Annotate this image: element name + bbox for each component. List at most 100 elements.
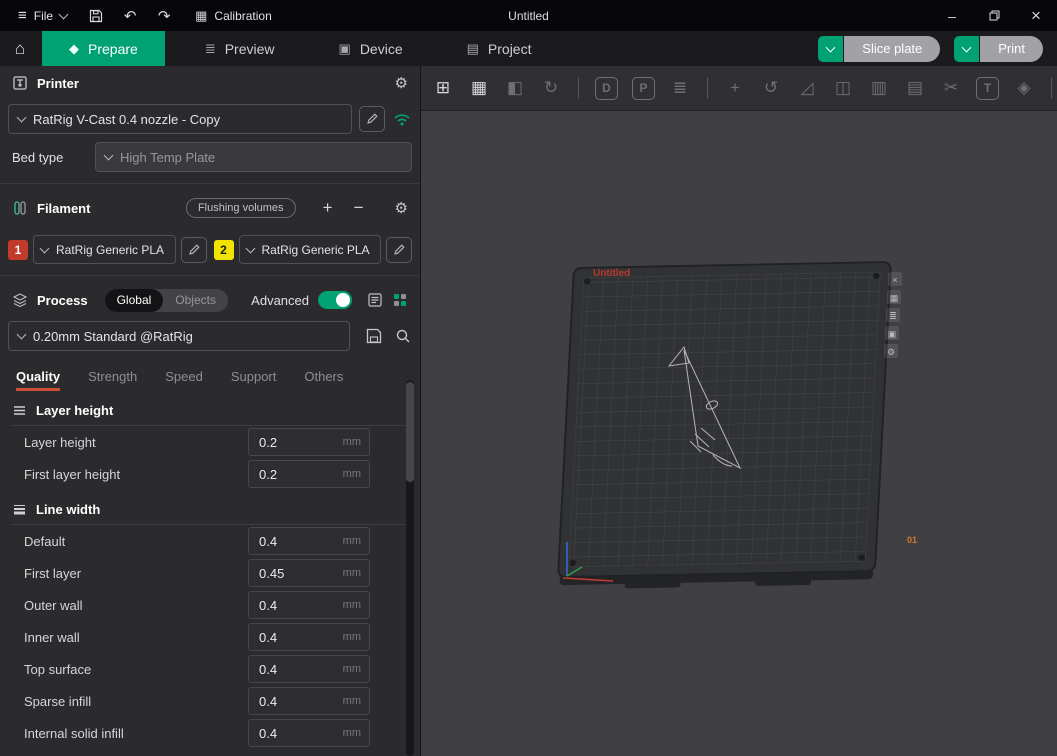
mirror-icon[interactable]: ◫ (829, 74, 857, 102)
inner-wall-line-width-input[interactable] (249, 630, 343, 645)
plate-settings-icon[interactable]: ▣ (885, 326, 899, 340)
plate-lock-icon[interactable]: ⚙ (884, 344, 898, 358)
plate-arrange-icon[interactable]: ▦ (887, 290, 901, 304)
top-surface-line-width-input[interactable] (249, 662, 343, 677)
filament-1-badge[interactable]: 1 (8, 240, 28, 260)
first-layer-height-input[interactable] (249, 467, 343, 482)
outer-wall-line-width-field[interactable]: mm (248, 591, 370, 619)
internal-solid-infill-line-width-field[interactable]: mm (248, 719, 370, 747)
close-button[interactable]: × (1015, 0, 1057, 31)
object-list-icon[interactable] (392, 292, 408, 308)
tab-quality[interactable]: Quality (16, 369, 60, 391)
internal-solid-infill-line-width-input[interactable] (249, 726, 343, 741)
scope-global-button[interactable]: Global (105, 289, 164, 312)
sparse-infill-line-width-input[interactable] (249, 694, 343, 709)
wifi-icon[interactable] (392, 111, 412, 127)
add-filament-button[interactable]: + (317, 198, 339, 218)
filament-settings-gear-icon[interactable]: ⚙ (395, 199, 408, 217)
tab-preview[interactable]: ≣ Preview (181, 31, 299, 66)
calibration-button[interactable]: ▦ Calibration (183, 0, 284, 31)
print-button[interactable]: Print (954, 36, 1043, 62)
layer-list-icon[interactable]: ≣ (666, 74, 694, 102)
move-icon[interactable]: + (721, 74, 749, 102)
build-plate[interactable] (557, 262, 891, 590)
variable-layer-p-icon[interactable]: P (632, 77, 655, 100)
line-width-icon (12, 502, 27, 517)
tab-speed[interactable]: Speed (165, 369, 203, 391)
filament-2-badge[interactable]: 2 (214, 240, 234, 260)
scene-canvas[interactable]: Untitled 01 × ▦ ≣ ▣ ⚙ (421, 110, 1057, 756)
add-plate-icon[interactable]: ⊞ (429, 74, 457, 102)
first-layer-line-width-field[interactable]: mm (248, 559, 370, 587)
assembly-view-icon[interactable]: ◈ (1010, 74, 1038, 102)
file-menu[interactable]: ≡ File (8, 0, 77, 31)
default-line-width-field[interactable]: mm (248, 527, 370, 555)
chevron-down-icon (245, 243, 255, 253)
print-label[interactable]: Print (980, 36, 1043, 62)
split-parts-icon[interactable]: ▤ (901, 74, 929, 102)
filament-1-select[interactable]: RatRig Generic PLA (33, 235, 176, 264)
plate-layers-icon[interactable]: ≣ (886, 308, 900, 322)
first-layer-line-width-input[interactable] (249, 566, 343, 581)
print-options-chevron-icon[interactable] (954, 36, 979, 62)
printer-preset-row: RatRig V-Cast 0.4 nozzle - Copy (0, 100, 420, 138)
layer-height-field[interactable]: mm (248, 428, 370, 456)
default-line-width-input[interactable] (249, 534, 343, 549)
edit-filament-1-button[interactable] (181, 237, 207, 263)
filament-slot-2: 2 RatRig Generic PLA (214, 235, 413, 264)
tab-support[interactable]: Support (231, 369, 277, 391)
parameter-table-icon[interactable] (367, 292, 383, 308)
minimize-button[interactable]: – (931, 0, 973, 31)
process-preset-select[interactable]: 0.20mm Standard @RatRig (8, 321, 350, 351)
outer-wall-line-width-input[interactable] (249, 598, 343, 613)
save-preset-icon[interactable] (365, 327, 383, 345)
divider (0, 275, 420, 276)
bed-type-select[interactable]: High Temp Plate (95, 142, 412, 172)
cut-icon[interactable]: ✂ (937, 74, 965, 102)
params-scrollbar[interactable] (406, 380, 414, 756)
text-tool-icon[interactable]: T (976, 77, 999, 100)
advanced-toggle[interactable] (318, 291, 352, 309)
undo-button[interactable]: ↶ (115, 0, 145, 31)
process-tabs: Quality Strength Speed Support Others (0, 355, 420, 391)
slice-plate-button[interactable]: Slice plate (818, 36, 940, 62)
save-button[interactable] (81, 0, 111, 31)
main-tabbar: ⌂ ◆ Prepare ≣ Preview ▣ Device ▤ Project… (0, 31, 1057, 66)
home-button[interactable]: ⌂ (0, 31, 40, 66)
scope-objects-button[interactable]: Objects (163, 289, 228, 312)
search-icon[interactable] (394, 327, 412, 345)
tab-project[interactable]: ▤ Project (443, 31, 556, 66)
plate-close-icon[interactable]: × (888, 272, 902, 286)
slice-plate-label[interactable]: Slice plate (844, 36, 940, 62)
arrange-all-plates-icon[interactable]: ▦ (465, 74, 493, 102)
rotate-icon[interactable]: ↺ (757, 74, 785, 102)
scrollbar-thumb[interactable] (406, 382, 414, 482)
auto-arrange-icon[interactable]: ◧ (501, 74, 529, 102)
first-layer-height-field[interactable]: mm (248, 460, 370, 488)
plate-name-label[interactable]: Untitled (593, 268, 630, 279)
split-objects-icon[interactable]: ▥ (865, 74, 893, 102)
top-surface-line-width-field[interactable]: mm (248, 655, 370, 683)
tab-prepare[interactable]: ◆ Prepare (42, 31, 165, 66)
variable-layer-d-icon[interactable]: D (595, 77, 618, 100)
slice-options-chevron-icon[interactable] (818, 36, 843, 62)
tab-strength[interactable]: Strength (88, 369, 137, 391)
printer-preset-select[interactable]: RatRig V-Cast 0.4 nozzle - Copy (8, 104, 352, 134)
flushing-volumes-button[interactable]: Flushing volumes (186, 198, 296, 218)
sparse-infill-line-width-field[interactable]: mm (248, 687, 370, 715)
layer-height-input[interactable] (249, 435, 343, 450)
auto-orient-icon[interactable]: ↻ (537, 74, 565, 102)
param-label: Internal solid infill (24, 726, 248, 741)
tab-others[interactable]: Others (304, 369, 343, 391)
scale-icon[interactable]: ◿ (793, 74, 821, 102)
maximize-button[interactable] (973, 0, 1015, 31)
tab-device[interactable]: ▣ Device (315, 31, 427, 66)
redo-button[interactable]: ↷ (149, 0, 179, 31)
unit-label: mm (343, 631, 369, 643)
edit-printer-button[interactable] (359, 106, 385, 132)
printer-settings-gear-icon[interactable]: ⚙ (395, 74, 408, 92)
filament-2-select[interactable]: RatRig Generic PLA (239, 235, 382, 264)
remove-filament-button[interactable]: − (348, 198, 370, 218)
inner-wall-line-width-field[interactable]: mm (248, 623, 370, 651)
edit-filament-2-button[interactable] (386, 237, 412, 263)
